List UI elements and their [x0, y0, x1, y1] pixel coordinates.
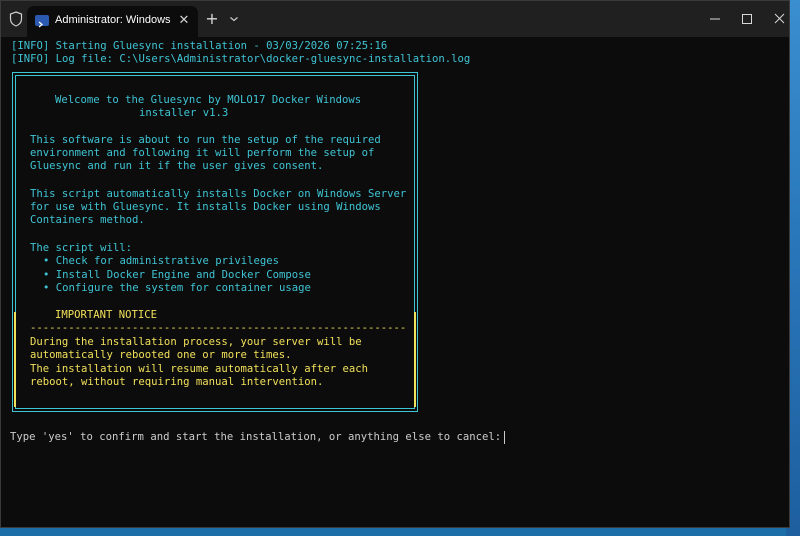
- minimize-icon[interactable]: [704, 9, 726, 29]
- notice-line-3: The installation will resume automatical…: [30, 363, 369, 375]
- confirm-prompt[interactable]: Type 'yes' to confirm and start the inst…: [10, 431, 506, 444]
- notice-title: IMPORTANT NOTICE: [55, 309, 158, 321]
- notice-line-4: reboot, without requiring manual interve…: [30, 376, 324, 388]
- prompt-text: Type 'yes' to confirm and start the inst…: [10, 431, 502, 443]
- intro-line-3: Gluesync and run it if the user gives co…: [30, 160, 324, 172]
- tab-title: Administrator: Windows PowerShell: [55, 14, 173, 26]
- welcome-line-1: Welcome to the Gluesync by MOLO17 Docker…: [55, 94, 362, 106]
- notice-line-1: During the installation process, your se…: [30, 336, 362, 348]
- close-icon[interactable]: ✕: [176, 13, 192, 29]
- notice-rule: ----------------------------------------…: [30, 322, 407, 334]
- shield-icon: [9, 11, 23, 27]
- will-item-2: • Install Docker Engine and Docker Compo…: [43, 269, 311, 281]
- welcome-line-2: installer v1.3: [139, 107, 229, 119]
- will-item-3: • Configure the system for container usa…: [43, 282, 311, 294]
- chevron-down-icon[interactable]: [227, 11, 241, 27]
- terminal-output[interactable]: [INFO] Starting Gluesync installation - …: [1, 37, 789, 527]
- will-item-1: • Check for administrative privileges: [43, 255, 279, 267]
- title-bar[interactable]: Administrator: Windows PowerShell ✕ +: [1, 1, 789, 37]
- desc-line-2: for use with Gluesync. It installs Docke…: [30, 201, 381, 213]
- notice-line-2: automatically rebooted one or more times…: [30, 349, 292, 361]
- plus-icon[interactable]: +: [204, 10, 220, 28]
- maximize-icon[interactable]: [736, 9, 758, 29]
- terminal-window: Administrator: Windows PowerShell ✕ + [I…: [0, 0, 790, 528]
- intro-line-2: environment and following it will perfor…: [30, 147, 375, 159]
- desc-line-3: Containers method.: [30, 214, 145, 226]
- will-header: The script will:: [30, 242, 133, 254]
- intro-line-1: This software is about to run the setup …: [30, 134, 381, 146]
- info-logfile-line: [INFO] Log file: C:\Users\Administrator\…: [11, 53, 471, 65]
- info-start-line: [INFO] Starting Gluesync installation - …: [11, 40, 388, 52]
- tab-powershell[interactable]: Administrator: Windows PowerShell ✕: [27, 6, 198, 37]
- desc-line-1: This script automatically installs Docke…: [30, 188, 407, 200]
- powershell-icon: [35, 15, 49, 28]
- close-window-icon[interactable]: [769, 9, 791, 29]
- text-cursor: [504, 431, 506, 444]
